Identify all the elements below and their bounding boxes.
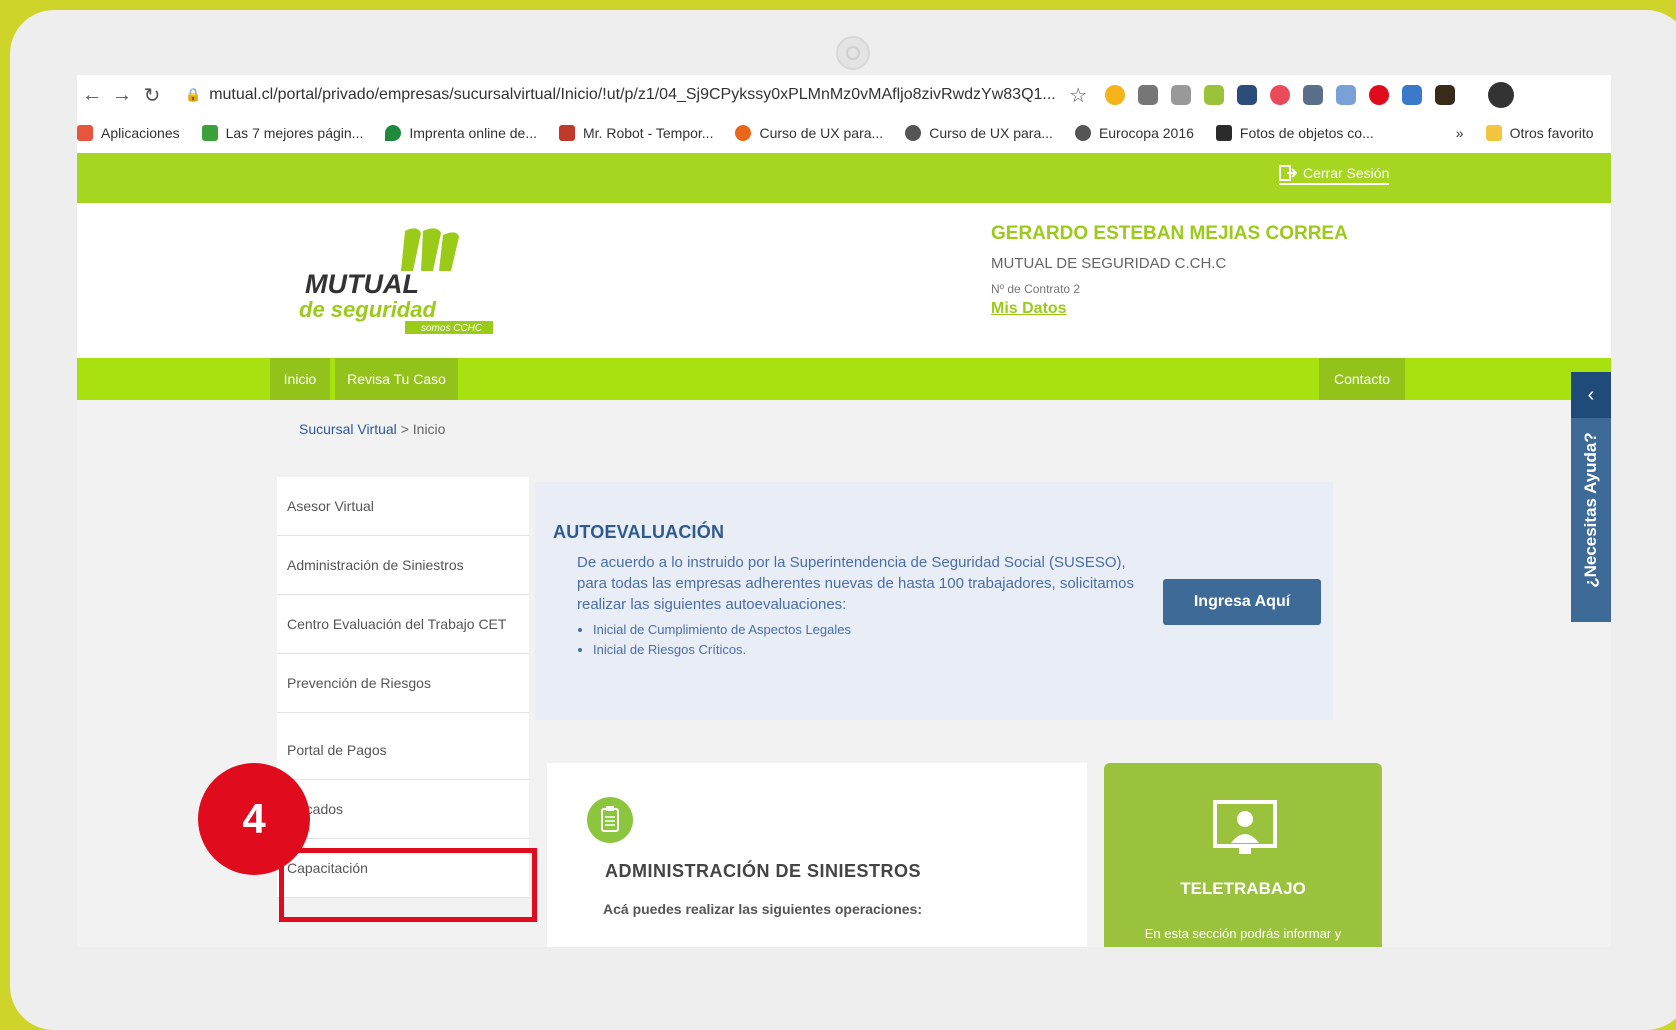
extension-icon[interactable] bbox=[1105, 85, 1126, 105]
camera-extension-icon[interactable] bbox=[1138, 85, 1159, 105]
logo-text-mutual: MUTUAL bbox=[305, 269, 419, 299]
back-icon[interactable]: ← bbox=[77, 84, 107, 107]
flame-icon bbox=[735, 125, 752, 141]
extension-icon[interactable] bbox=[1336, 85, 1357, 105]
sidebar-item-prevencion-riesgos[interactable]: Prevención de Riesgos bbox=[277, 654, 529, 713]
bookmark-item[interactable]: Imprenta online de... bbox=[385, 125, 537, 141]
sidebar-item-asesor-virtual[interactable]: Asesor Virtual bbox=[277, 477, 529, 536]
opera-icon[interactable] bbox=[1369, 85, 1390, 105]
autoevaluacion-title: AUTOEVALUACIÓN bbox=[553, 522, 725, 542]
bookmark-item[interactable]: Mr. Robot - Tempor... bbox=[559, 125, 713, 141]
user-info: GERARDO ESTEBAN MEJIAS CORREA MUTUAL DE … bbox=[991, 223, 1348, 318]
autoevaluacion-panel: AUTOEVALUACIÓN De acuerdo a lo instruido… bbox=[535, 482, 1333, 720]
sidebar-menu: Asesor Virtual Administración de Siniest… bbox=[277, 477, 529, 898]
apps-grid-icon bbox=[77, 125, 93, 141]
menu-inicio[interactable]: Inicio bbox=[270, 358, 330, 400]
bookmark-item[interactable]: Las 7 mejores págin... bbox=[201, 125, 363, 141]
breadcrumb-current: Inicio bbox=[412, 421, 446, 437]
sidebar-item-cet[interactable]: Centro Evaluación del Trabajo CET bbox=[277, 595, 529, 654]
siniestros-title: ADMINISTRACIÓN DE SINIESTROS bbox=[605, 861, 922, 881]
logo-tagline: somos CCHC bbox=[421, 323, 483, 334]
reload-icon[interactable]: ↻ bbox=[137, 83, 167, 108]
bookmark-item[interactable]: Curso de UX para... bbox=[905, 125, 1053, 141]
drop-icon bbox=[385, 125, 402, 141]
mutual-logo[interactable]: MUTUAL de seguridad somos CCHC bbox=[297, 223, 497, 338]
bookmark-icon bbox=[201, 125, 218, 141]
profile-avatar[interactable] bbox=[1488, 82, 1515, 108]
bookmark-item[interactable]: Aplicaciones bbox=[77, 125, 180, 141]
logo-text-seguridad: de seguridad bbox=[299, 297, 436, 322]
translate-icon[interactable] bbox=[1402, 85, 1423, 105]
camera-icon bbox=[836, 36, 870, 70]
autoevaluacion-text: De acuerdo a lo instruido por la Superin… bbox=[577, 554, 1134, 613]
ingresa-aqui-button[interactable]: Ingresa Aquí bbox=[1163, 579, 1321, 625]
forward-icon[interactable]: → bbox=[107, 84, 137, 107]
help-label: ¿Necesitas Ayuda? bbox=[1581, 432, 1600, 588]
crown-extension-icon[interactable] bbox=[1435, 85, 1456, 105]
extensions-bar bbox=[1105, 82, 1515, 108]
site-top-bar: Cerrar Sesión bbox=[77, 153, 1611, 203]
list-item: Inicial de Riesgos Críticos. bbox=[593, 640, 851, 660]
address-bar-row: ← → ↻ 🔒 mutual.cl/portal/privado/empresa… bbox=[77, 75, 1611, 115]
globe-icon bbox=[905, 125, 922, 141]
breadcrumb-root[interactable]: Sucursal Virtual bbox=[299, 421, 397, 437]
step-number-badge: 4 bbox=[198, 763, 310, 875]
extension-icon[interactable] bbox=[1237, 85, 1258, 105]
bookmarks-bar: Aplicaciones Las 7 mejores págin... Impr… bbox=[77, 115, 1611, 151]
teletrabajo-card[interactable]: TELETRABAJO En esta sección podrás infor… bbox=[1104, 763, 1382, 947]
bookmark-item[interactable]: Curso de UX para... bbox=[735, 125, 883, 141]
menu-revisa-tu-caso[interactable]: Revisa Tu Caso bbox=[335, 358, 458, 400]
extension-icon[interactable] bbox=[1204, 85, 1225, 105]
more-bookmarks[interactable]: » bbox=[1456, 125, 1464, 141]
folder-icon bbox=[1485, 125, 1502, 141]
extension-icon[interactable] bbox=[1270, 85, 1291, 105]
user-organization: MUTUAL DE SEGURIDAD C.CH.C bbox=[991, 255, 1227, 272]
bookmark-icon bbox=[1215, 125, 1232, 141]
bookmark-star-icon[interactable]: ☆ bbox=[1069, 83, 1087, 108]
teleworker-icon bbox=[1212, 799, 1278, 859]
globe-icon bbox=[1074, 125, 1091, 141]
extension-icon[interactable] bbox=[1303, 85, 1324, 105]
bookmark-item[interactable]: Fotos de objetos co... bbox=[1215, 125, 1374, 141]
logout-link[interactable]: Cerrar Sesión bbox=[1279, 165, 1390, 185]
sidebar-item-portal-pagos[interactable]: Portal de Pagos bbox=[277, 713, 529, 780]
help-tab[interactable]: ‹ ¿Necesitas Ayuda? bbox=[1571, 372, 1611, 622]
other-favorites[interactable]: Otros favorito bbox=[1485, 125, 1594, 141]
site-header: MUTUAL de seguridad somos CCHC GERARDO E… bbox=[77, 203, 1611, 358]
logout-icon bbox=[1279, 165, 1297, 181]
lock-icon: 🔒 bbox=[185, 87, 202, 102]
breadcrumb: Sucursal Virtual > Inicio bbox=[299, 421, 445, 437]
teletrabajo-text: En esta sección podrás informar y bbox=[1144, 926, 1342, 941]
user-name: GERARDO ESTEBAN MEJIAS CORREA bbox=[991, 223, 1348, 244]
clipboard-icon bbox=[587, 797, 633, 843]
menu-contacto[interactable]: Contacto bbox=[1319, 358, 1405, 400]
contract-number: Nº de Contrato 2 bbox=[991, 282, 1081, 296]
highlight-box bbox=[279, 848, 537, 922]
bookmark-icon bbox=[559, 125, 575, 141]
autoevaluacion-list: Inicial de Cumplimiento de Aspectos Lega… bbox=[577, 620, 851, 660]
url-field[interactable]: mutual.cl/portal/privado/empresas/sucurs… bbox=[209, 86, 1069, 104]
extension-icon[interactable] bbox=[1171, 85, 1192, 105]
sidebar-item-certificados[interactable]: rtificados bbox=[277, 780, 529, 839]
main-menu: Inicio Revisa Tu Caso Contacto bbox=[77, 358, 1611, 400]
teletrabajo-title: TELETRABAJO bbox=[1180, 879, 1306, 898]
list-item: Inicial de Cumplimiento de Aspectos Lega… bbox=[593, 620, 851, 640]
siniestros-card[interactable]: ADMINISTRACIÓN DE SINIESTROS Acá puedes … bbox=[547, 763, 1087, 947]
siniestros-text: Acá puedes realizar las siguientes opera… bbox=[603, 901, 923, 917]
breadcrumb-separator: > bbox=[400, 421, 409, 437]
my-data-link[interactable]: Mis Datos bbox=[991, 300, 1348, 318]
bookmark-item[interactable]: Eurocopa 2016 bbox=[1074, 125, 1194, 141]
sidebar-item-administracion-siniestros[interactable]: Administración de Siniestros bbox=[277, 536, 529, 595]
